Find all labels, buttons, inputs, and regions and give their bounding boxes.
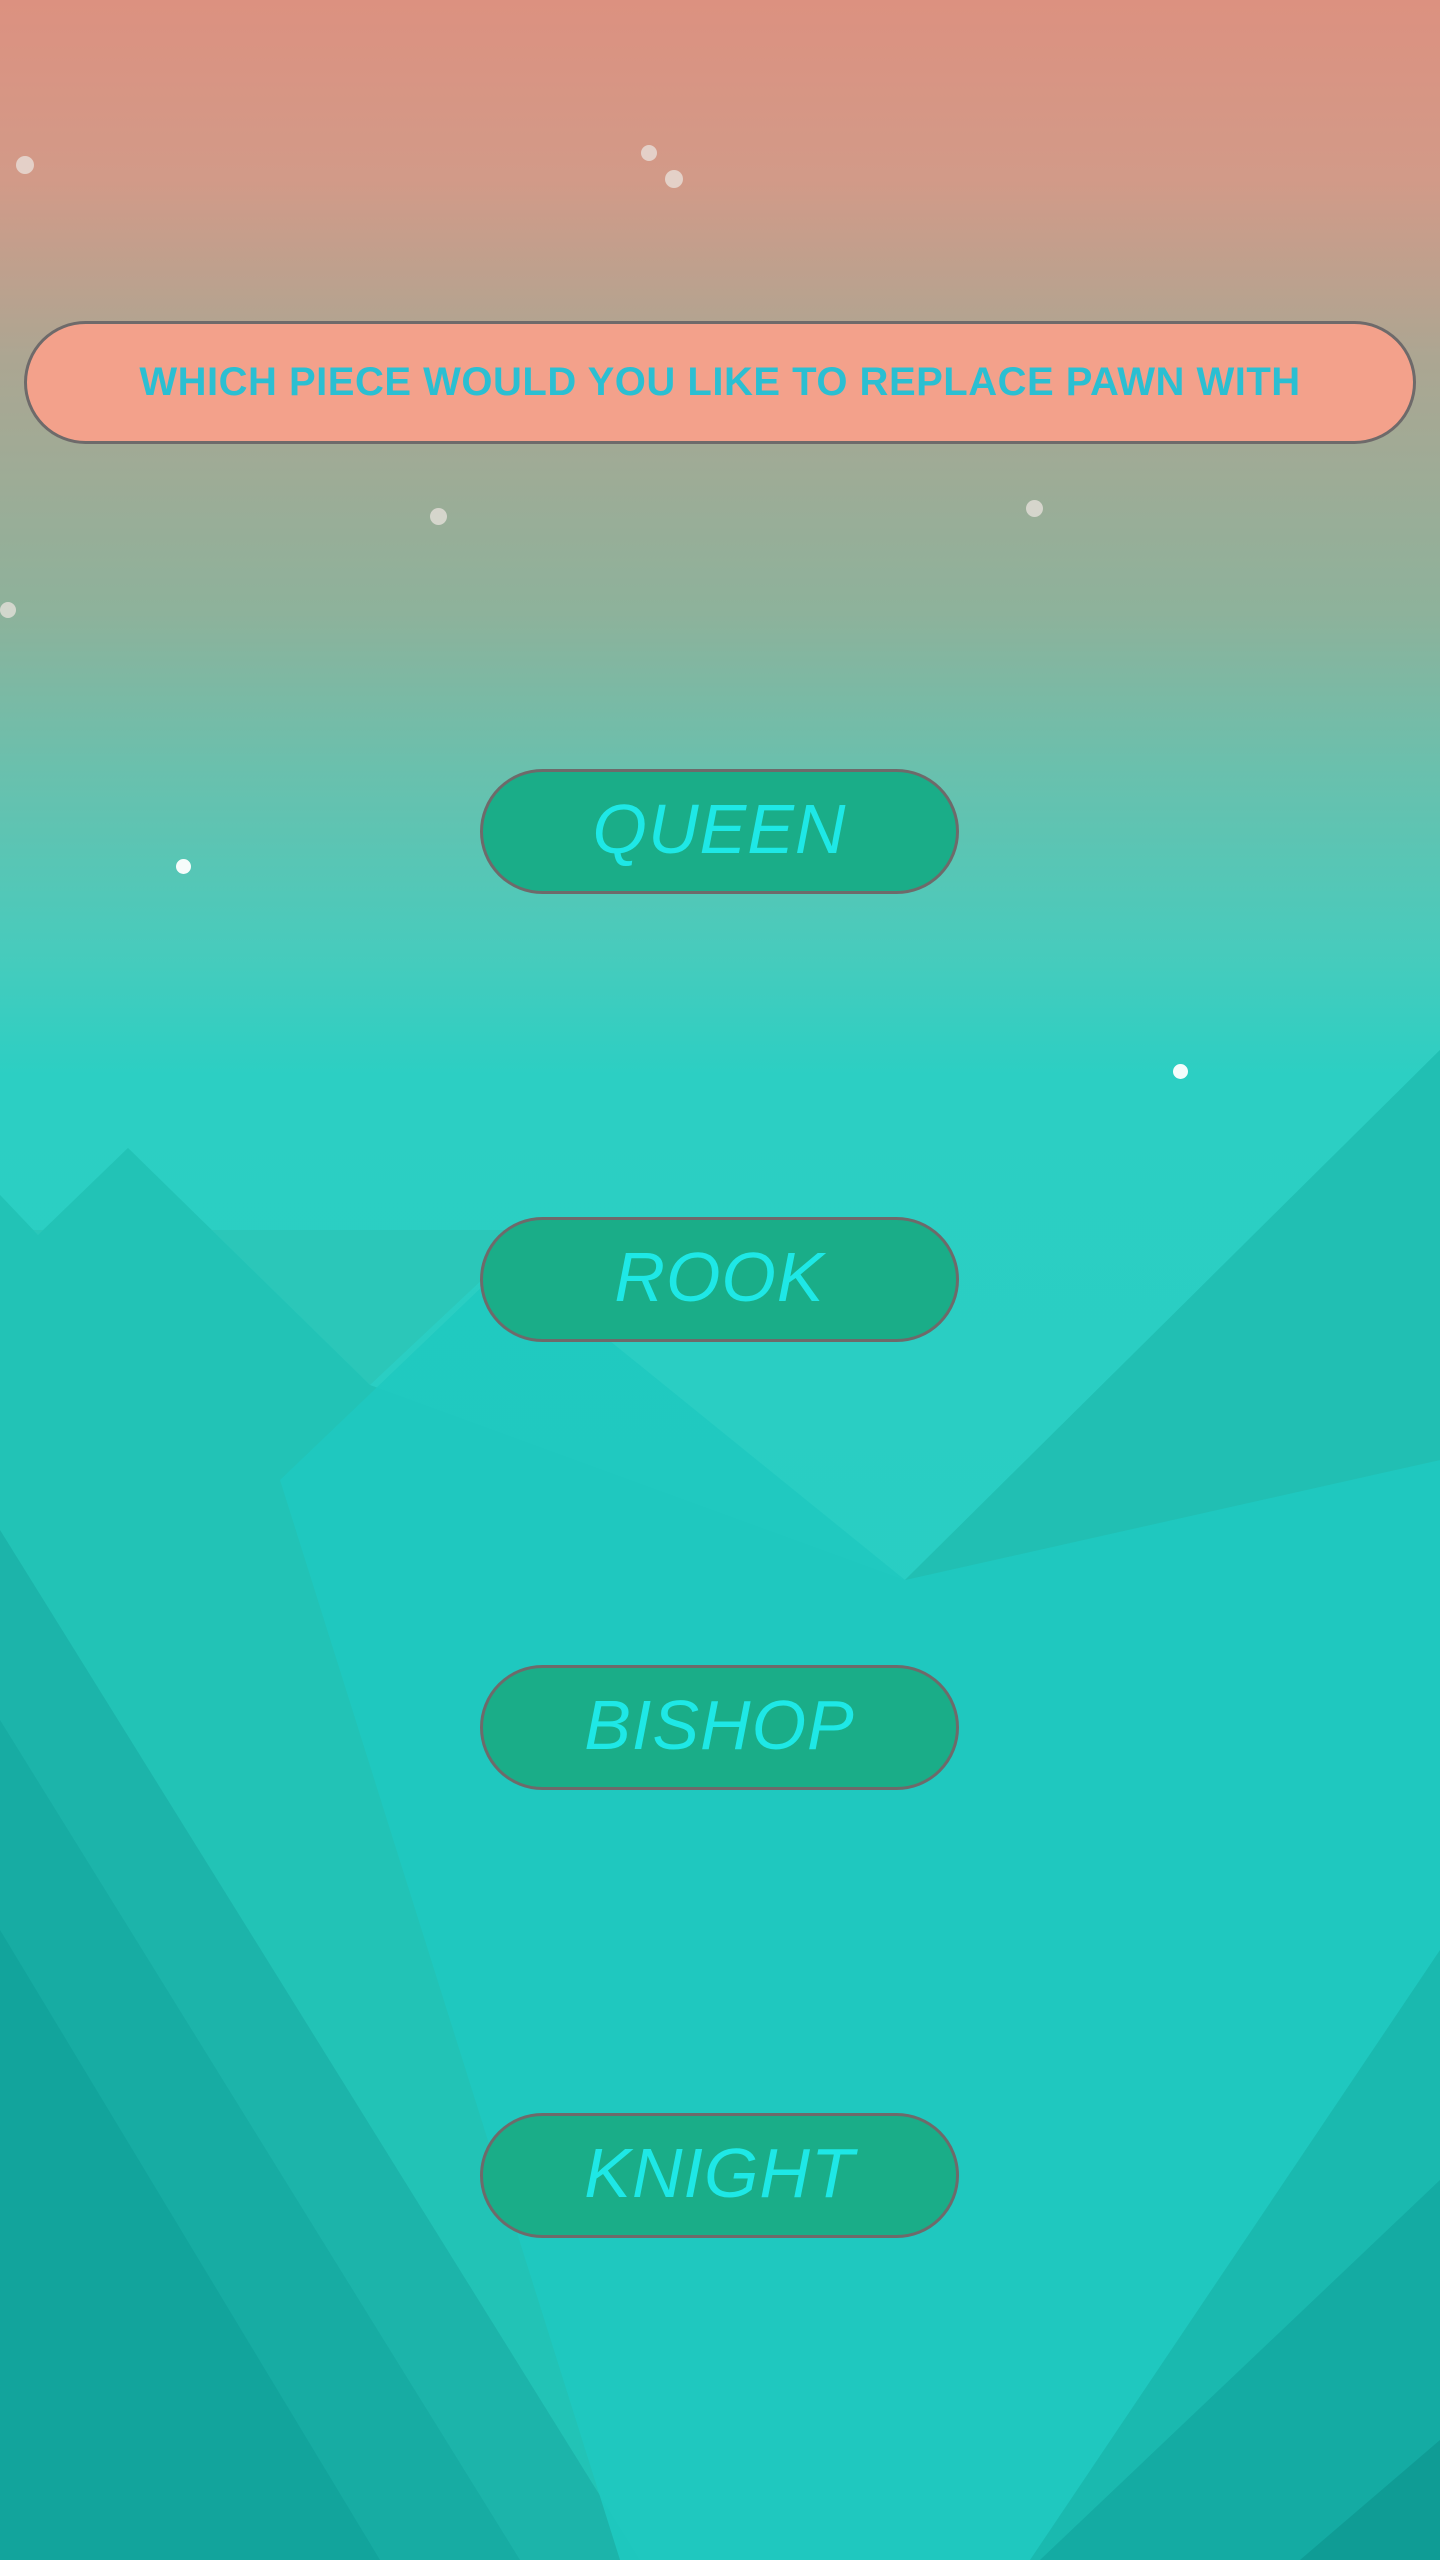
queen-button[interactable]: QUEEN (480, 769, 959, 894)
rook-button[interactable]: ROOK (480, 1217, 959, 1342)
rook-button-label: ROOK (614, 1237, 825, 1316)
knight-button[interactable]: KNIGHT (480, 2113, 959, 2238)
particle (430, 508, 447, 525)
bishop-button-label: BISHOP (584, 1685, 855, 1764)
particle (176, 859, 191, 874)
particle (1173, 1064, 1188, 1079)
particle (1026, 500, 1043, 517)
particle (16, 156, 34, 174)
particle (665, 170, 683, 188)
promotion-prompt-text: WHICH PIECE WOULD YOU LIKE TO REPLACE PA… (139, 360, 1301, 404)
particle (641, 145, 657, 161)
knight-button-label: KNIGHT (584, 2133, 855, 2212)
queen-button-label: QUEEN (592, 789, 847, 868)
particle (0, 602, 16, 618)
promotion-prompt-banner: WHICH PIECE WOULD YOU LIKE TO REPLACE PA… (24, 321, 1416, 444)
bishop-button[interactable]: BISHOP (480, 1665, 959, 1790)
